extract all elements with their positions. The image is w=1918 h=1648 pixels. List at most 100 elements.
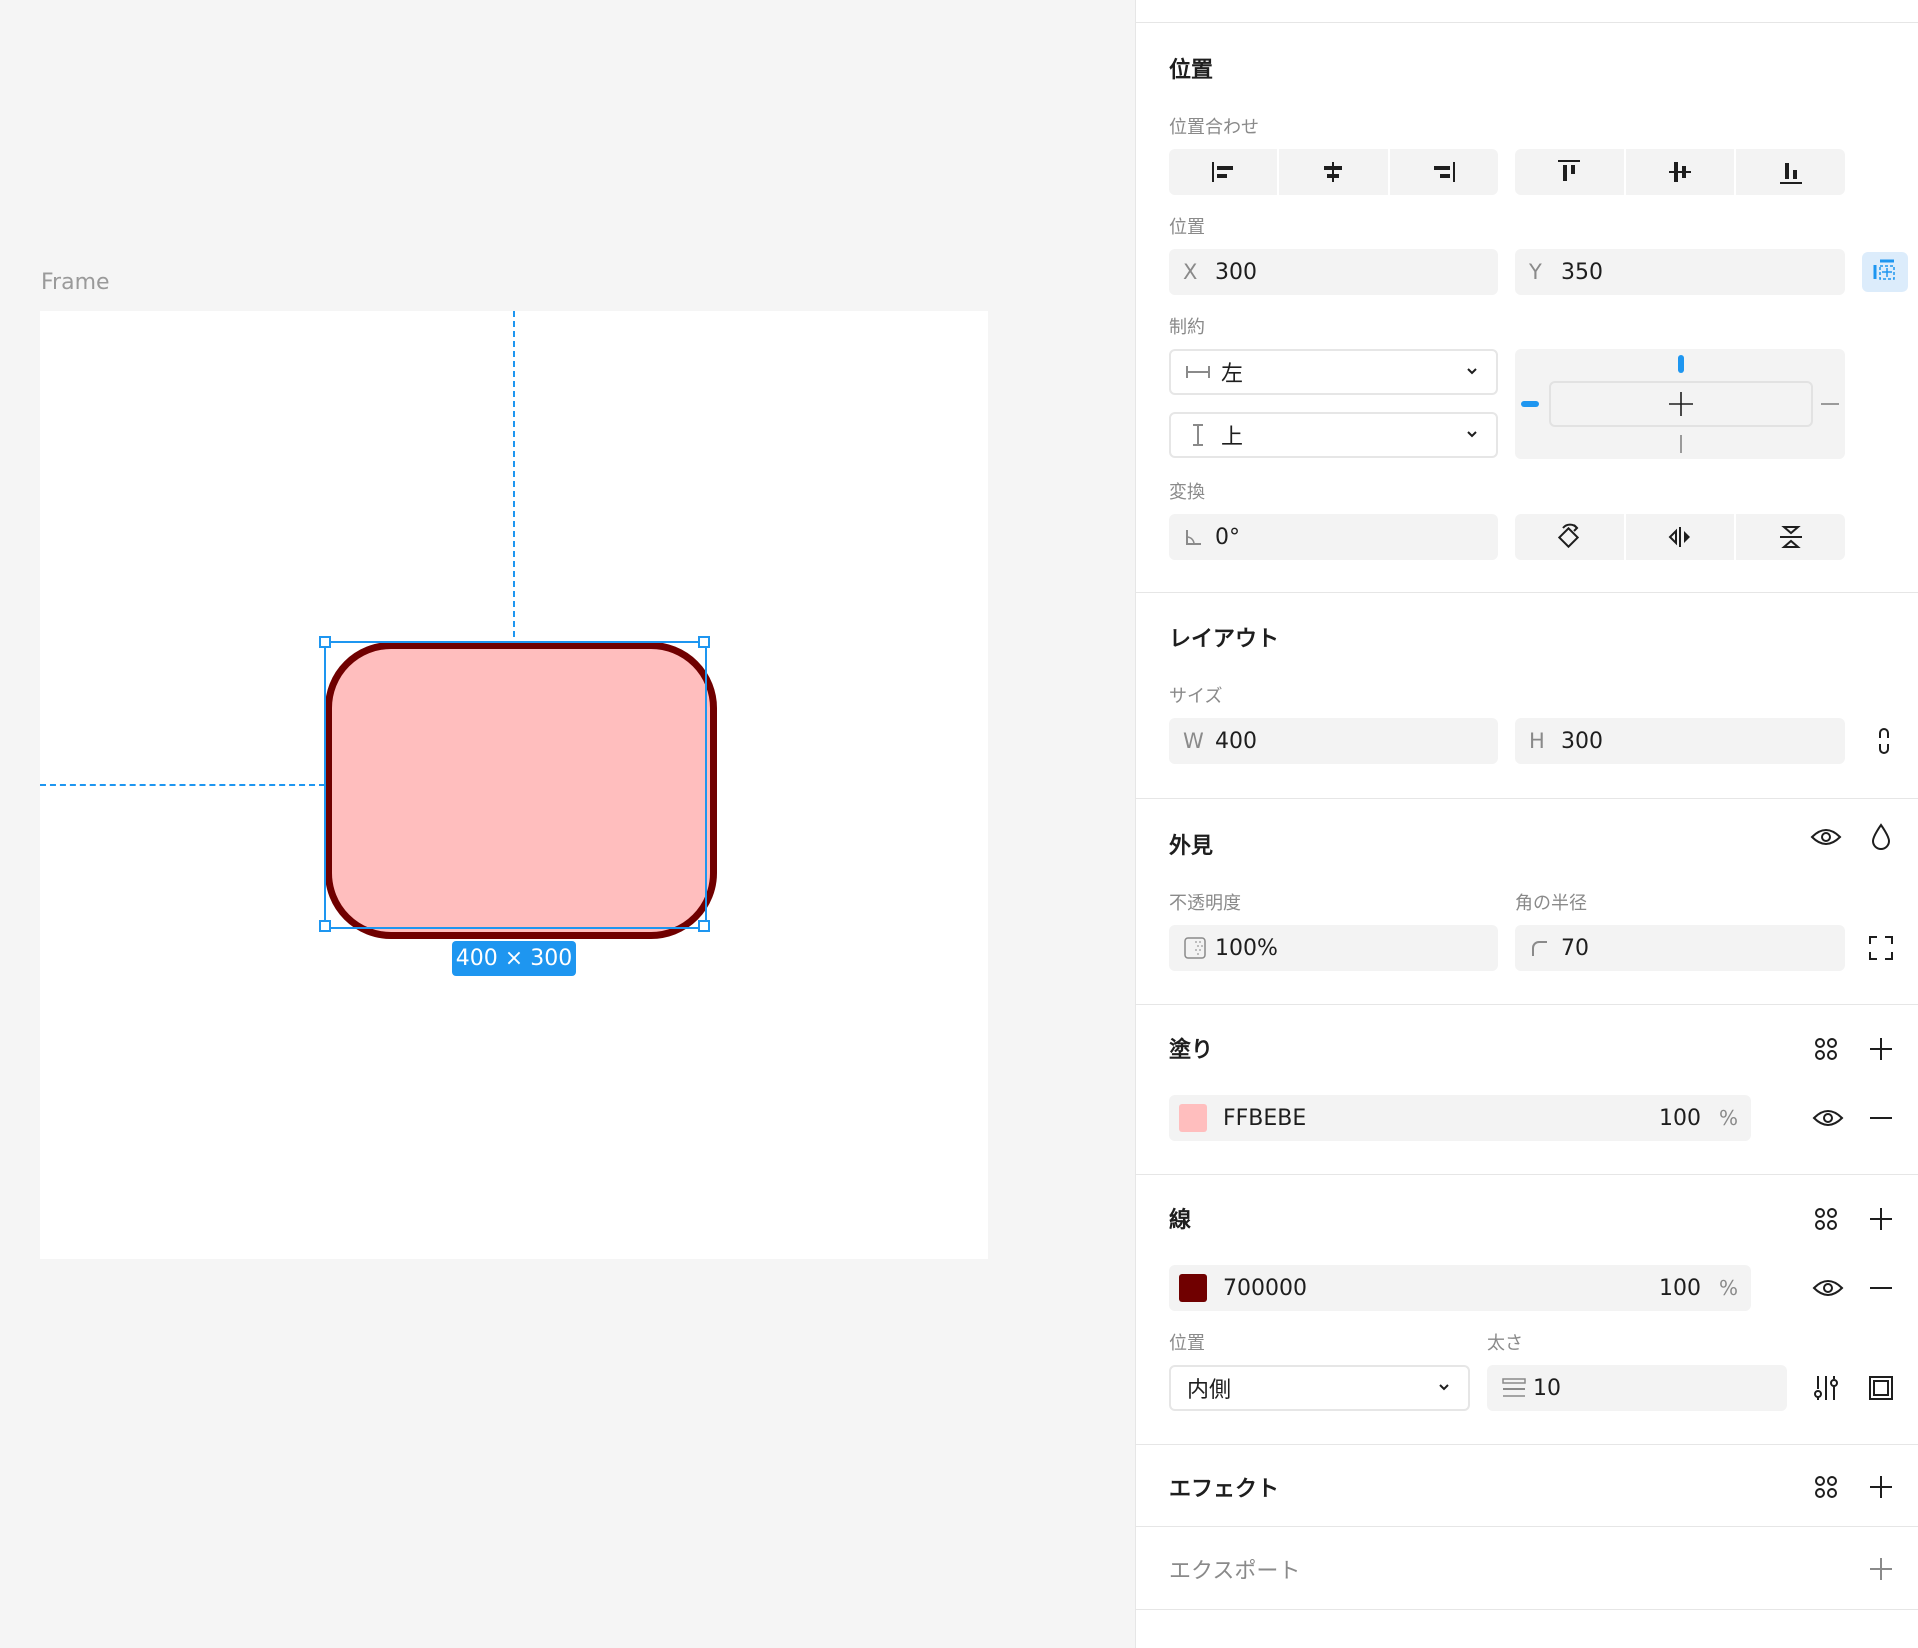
constraint-widget[interactable] (1515, 349, 1845, 459)
constraint-vertical-select[interactable]: 上 (1169, 412, 1498, 458)
effects-section: エフェクト (1136, 1444, 1918, 1527)
layout-section: レイアウト サイズ W 400 H 300 (1136, 592, 1918, 799)
vertical-guide (513, 311, 515, 637)
percent-label: % (1719, 1106, 1739, 1130)
x-field[interactable]: X 300 (1169, 249, 1498, 295)
section-title-stroke: 線 (1169, 1208, 1192, 1233)
add-fill-button[interactable] (1865, 1033, 1897, 1065)
width-field[interactable]: W 400 (1169, 718, 1498, 764)
align-left-icon (1212, 162, 1234, 182)
resize-handle-top-left[interactable] (319, 636, 331, 648)
fill-opacity-field[interactable]: 100 % (1639, 1095, 1751, 1141)
constraint-horizontal-select[interactable]: 左 (1169, 349, 1498, 395)
resize-handle-bottom-left[interactable] (319, 920, 331, 932)
align-top-button[interactable] (1515, 149, 1626, 195)
constraint-left-bar[interactable] (1521, 401, 1539, 407)
stroke-opacity-field[interactable]: 100 % (1639, 1265, 1751, 1311)
height-prefix: H (1529, 729, 1545, 753)
remove-fill-button[interactable] (1865, 1102, 1897, 1134)
position-label: 位置 (1169, 217, 1205, 238)
section-title-layout: レイアウト (1169, 627, 1280, 652)
stroke-visibility-toggle[interactable] (1812, 1272, 1844, 1304)
absolute-position-button[interactable] (1862, 252, 1908, 292)
add-stroke-button[interactable] (1865, 1203, 1897, 1235)
constraints-label: 制約 (1169, 317, 1205, 338)
percent-label: % (1719, 1276, 1739, 1300)
opacity-icon (1184, 937, 1206, 959)
stroke-weight-field[interactable]: 10 (1487, 1365, 1787, 1411)
plus-icon (1870, 1476, 1892, 1498)
align-right-button[interactable] (1390, 149, 1498, 195)
frame-label[interactable]: Frame (41, 270, 110, 295)
x-prefix: X (1183, 260, 1198, 284)
stroke-section: 線 700000 100 % 位置 太さ 内側 10 (1136, 1174, 1918, 1445)
stroke-settings-button[interactable] (1810, 1372, 1842, 1404)
rotation-field[interactable]: 0° (1169, 514, 1498, 560)
resize-handle-bottom-right[interactable] (698, 920, 710, 932)
flip-vertical-button[interactable] (1736, 514, 1845, 560)
flip-vertical-icon (1779, 526, 1802, 548)
stroke-styles-button[interactable] (1810, 1203, 1842, 1235)
properties-panel: 位置 位置合わせ 位置 X 300 Y 350 制約 左 上 変換 0° レイア… (1135, 0, 1918, 1648)
fill-section: 塗り FFBEBE 100 % (1136, 1004, 1918, 1175)
appearance-section: 外見 不透明度 角の半径 100% 70 (1136, 798, 1918, 1005)
constraint-horizontal-value: 左 (1221, 362, 1244, 387)
constraint-top-bar[interactable] (1678, 355, 1684, 373)
resize-handle-top-right[interactable] (698, 636, 710, 648)
align-center-h-button[interactable] (1279, 149, 1390, 195)
corner-radius-field[interactable]: 70 (1515, 925, 1845, 971)
absolute-position-icon (1873, 259, 1895, 280)
vertical-constraint-icon (1193, 424, 1203, 446)
transform-label: 変換 (1169, 482, 1205, 503)
export-section: エクスポート (1136, 1526, 1918, 1610)
blend-mode-button[interactable] (1865, 821, 1897, 853)
align-left-button[interactable] (1169, 149, 1280, 195)
stroke-position-select[interactable]: 内側 (1169, 1365, 1470, 1411)
stroke-weight-label: 太さ (1487, 1333, 1523, 1354)
constraint-right-bar[interactable] (1821, 403, 1839, 405)
fill-opacity-value: 100 (1659, 1105, 1701, 1131)
fill-color-field[interactable]: FFBEBE (1169, 1095, 1671, 1141)
rotation-value: 0° (1215, 524, 1240, 550)
corner-radius-value: 70 (1561, 935, 1589, 961)
flip-horizontal-button[interactable] (1626, 514, 1737, 560)
stroke-color-field[interactable]: 700000 (1169, 1265, 1671, 1311)
angle-icon (1186, 530, 1201, 545)
minus-icon (1870, 1117, 1892, 1119)
stroke-color-swatch[interactable] (1179, 1274, 1207, 1302)
y-prefix: Y (1529, 260, 1542, 284)
fill-color-swatch[interactable] (1179, 1104, 1207, 1132)
opacity-value: 100% (1215, 935, 1278, 961)
transform-button-group (1515, 514, 1845, 560)
remove-stroke-button[interactable] (1865, 1272, 1897, 1304)
fill-visibility-toggle[interactable] (1812, 1102, 1844, 1134)
visibility-toggle[interactable] (1810, 821, 1842, 853)
height-field[interactable]: H 300 (1515, 718, 1845, 764)
add-effect-button[interactable] (1865, 1471, 1897, 1503)
styles-icon (1815, 1476, 1837, 1498)
align-center-vertical-icon (1669, 162, 1691, 182)
add-export-button[interactable] (1865, 1553, 1897, 1585)
effect-styles-button[interactable] (1810, 1471, 1842, 1503)
canvas[interactable]: Frame 400 × 300 (0, 0, 1135, 1648)
vertical-align-group (1515, 149, 1845, 195)
align-middle-button[interactable] (1626, 149, 1737, 195)
rotate-button[interactable] (1515, 514, 1626, 560)
constraint-bottom-bar[interactable] (1680, 435, 1682, 453)
constrain-proportions-button[interactable] (1868, 725, 1900, 757)
plus-icon (1870, 1558, 1892, 1580)
rotate-icon (1558, 523, 1580, 549)
sliders-icon (1814, 1376, 1838, 1400)
y-field[interactable]: Y 350 (1515, 249, 1845, 295)
corner-radius-label: 角の半径 (1515, 893, 1587, 914)
align-bottom-icon (1779, 163, 1802, 184)
fill-styles-button[interactable] (1810, 1033, 1842, 1065)
stroke-sides-button[interactable] (1865, 1372, 1897, 1404)
styles-icon (1815, 1038, 1837, 1060)
align-bottom-button[interactable] (1736, 149, 1845, 195)
independent-corners-button[interactable] (1865, 932, 1897, 964)
minus-icon (1870, 1287, 1892, 1289)
section-title-effects: エフェクト (1169, 1477, 1280, 1502)
eye-icon (1810, 829, 1842, 845)
opacity-field[interactable]: 100% (1169, 925, 1498, 971)
